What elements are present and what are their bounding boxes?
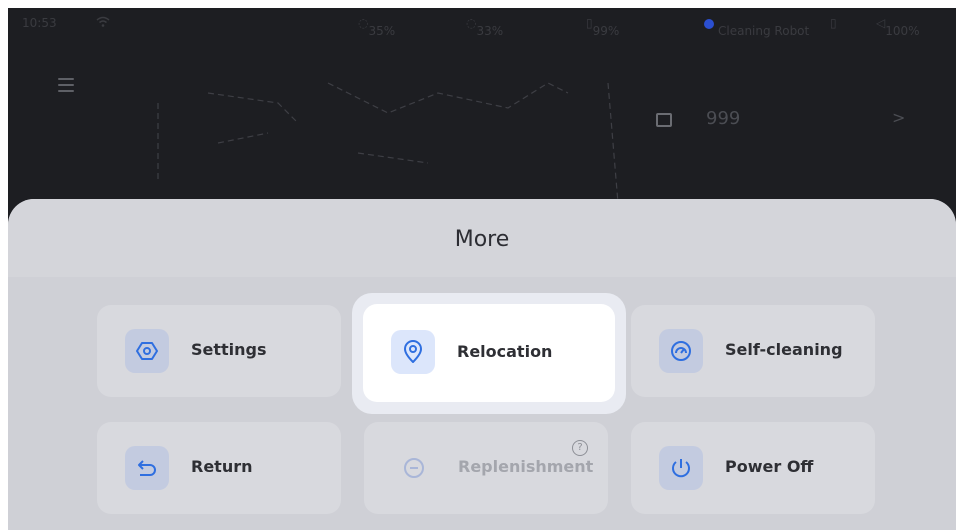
power-off-tile[interactable]: Power Off	[631, 422, 875, 514]
relocation-label: Relocation	[457, 342, 553, 361]
return-label: Return	[191, 457, 253, 476]
settings-icon	[125, 329, 169, 373]
settings-tile[interactable]: Settings	[97, 305, 341, 397]
status-stat-3-value: 99%	[592, 24, 620, 38]
map-trace	[157, 82, 619, 203]
return-icon	[125, 446, 169, 490]
status-stat-2-value: 33%	[476, 24, 504, 38]
counter-value: 999	[706, 108, 741, 129]
self-cleaning-icon	[659, 329, 703, 373]
self-cleaning-tile[interactable]: Self-cleaning	[631, 305, 875, 397]
replenishment-tile[interactable]: Replenishment ?	[364, 422, 608, 514]
volume-value: 100%	[885, 24, 920, 38]
power-icon	[659, 446, 703, 490]
wifi-icon	[96, 16, 110, 31]
status-stat-1-value: 35%	[368, 24, 396, 38]
status-stat-1: ◌ 35%	[358, 16, 396, 38]
relocation-tile[interactable]: Relocation	[363, 304, 615, 402]
counter-icon	[656, 113, 672, 127]
phone-icon: ▯	[830, 16, 837, 30]
status-time: 10:53	[22, 16, 57, 30]
status-badge: Cleaning Robot	[704, 16, 809, 38]
replenishment-label: Replenishment	[458, 457, 594, 476]
status-bar: 10:53 ◌ 35% ◌ 33% ▯ 99% Cleaning Robot ▯…	[8, 8, 956, 38]
status-badge-label: Cleaning Robot	[718, 24, 810, 38]
chevron-right-icon[interactable]: >	[892, 108, 905, 127]
sheet-title: More	[454, 227, 510, 252]
power-off-label: Power Off	[725, 457, 814, 476]
status-dot-icon	[704, 18, 714, 29]
hamburger-menu-icon[interactable]	[58, 78, 74, 92]
status-stat-3: ▯ 99%	[586, 16, 620, 38]
return-tile[interactable]: Return	[97, 422, 341, 514]
volume-indicator: ◁ 100%	[876, 16, 920, 38]
self-cleaning-label: Self-cleaning	[725, 340, 843, 359]
status-stat-2: ◌ 33%	[466, 16, 504, 38]
help-icon[interactable]: ?	[572, 440, 588, 456]
sheet-header: More	[8, 199, 956, 277]
settings-label: Settings	[191, 340, 267, 359]
replenishment-icon	[392, 446, 436, 490]
location-pin-icon	[391, 330, 435, 374]
